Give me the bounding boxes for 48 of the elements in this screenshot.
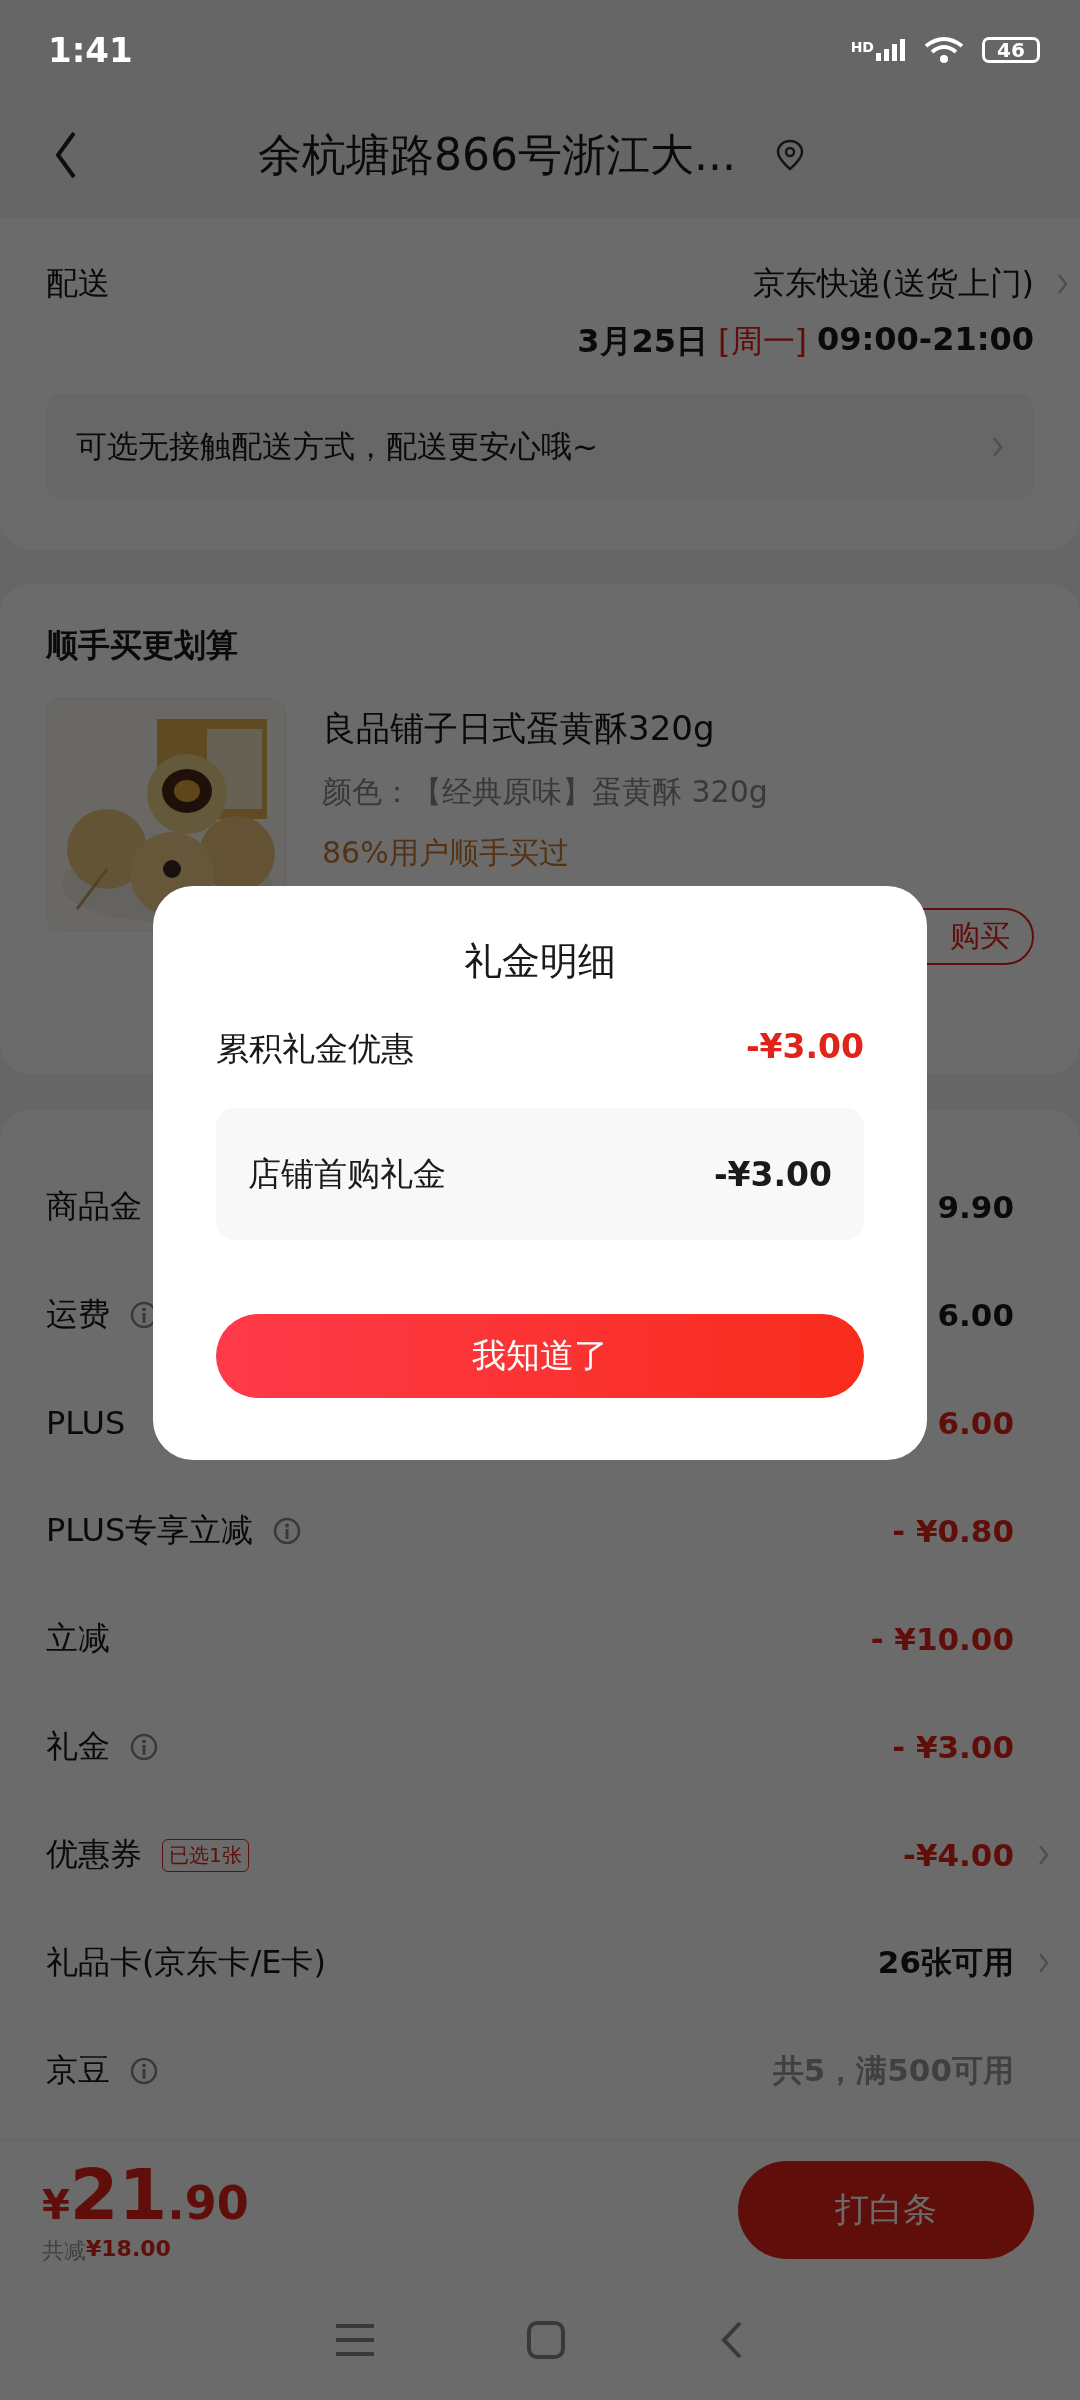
product-name[interactable]: 良品铺子日式蛋黄酥320g (322, 706, 1034, 752)
total-price: ¥21.90 (42, 2154, 249, 2236)
fee-label: 礼金 (46, 1726, 110, 1767)
chevron-icon (991, 435, 1004, 459)
address-title: 余杭塘路866号浙江大... (258, 127, 736, 182)
fee-label: 优惠券 (46, 1834, 142, 1875)
notice-bar[interactable]: 可选无接触配送方式，配送更安心哦~ (46, 394, 1034, 500)
fee-value: - ¥10.00 (870, 1621, 1014, 1657)
fee-label: 运费 (46, 1294, 110, 1335)
section-label: 配送 (46, 263, 110, 304)
fee-label: 商品金 (46, 1186, 142, 1227)
wifi-icon (924, 36, 964, 64)
network-label: HD (850, 39, 874, 55)
chevron-icon (1056, 272, 1069, 296)
fee-label: 礼品卡(京东卡/E卡) (46, 1942, 326, 1983)
detail-label: 店铺首购礼金 (248, 1152, 446, 1195)
battery-level: 46 (982, 37, 1040, 63)
home-icon[interactable] (527, 2321, 565, 2359)
fee-label: 立减 (46, 1618, 110, 1659)
coupon-tag: 已选1张 (162, 1838, 249, 1872)
fee-label: PLUS (46, 1404, 126, 1442)
fee-value: 6.00 (937, 1405, 1014, 1441)
pay-button[interactable]: 打白条 (738, 2161, 1034, 2259)
purchase-note: 86%用户顺手买过 (322, 834, 570, 872)
fee-value: -¥4.00 (903, 1837, 1014, 1873)
fee-value: 6.00 (937, 1297, 1014, 1333)
carrier-text[interactable]: 京东快递(送货上门) (753, 262, 1034, 306)
menu-icon[interactable] (336, 2322, 375, 2358)
saved-amount: ¥18.00 (86, 2236, 171, 2263)
section-title: 顺手买更划算 (46, 625, 239, 666)
clock: 1:41 (48, 30, 133, 70)
summary-value: -¥3.00 (745, 1027, 864, 1068)
weekday-text: [周一] (718, 321, 807, 362)
fee-value: - ¥0.80 (892, 1513, 1014, 1549)
fee-label: PLUS专享立减 (46, 1510, 254, 1551)
dialog-title: 礼金明细 (463, 938, 617, 985)
summary-label: 累积礼金优惠 (216, 1028, 414, 1070)
location-pin-icon[interactable] (775, 139, 804, 171)
fee-value: 26张可用 (877, 1943, 1014, 1982)
delivery-date: 3月25日 (577, 321, 709, 362)
detail-value: -¥3.00 (713, 1154, 832, 1194)
notice-text: 可选无接触配送方式，配送更安心哦~ (76, 427, 598, 466)
fee-label: 京豆 (46, 2050, 110, 2091)
time-window: 09:00-21:00 (817, 320, 1034, 364)
fee-value: - ¥3.00 (892, 1729, 1014, 1765)
fee-value: 9.90 (937, 1189, 1014, 1225)
signal-icon (876, 39, 906, 61)
confirm-button[interactable]: 我知道了 (216, 1314, 864, 1398)
